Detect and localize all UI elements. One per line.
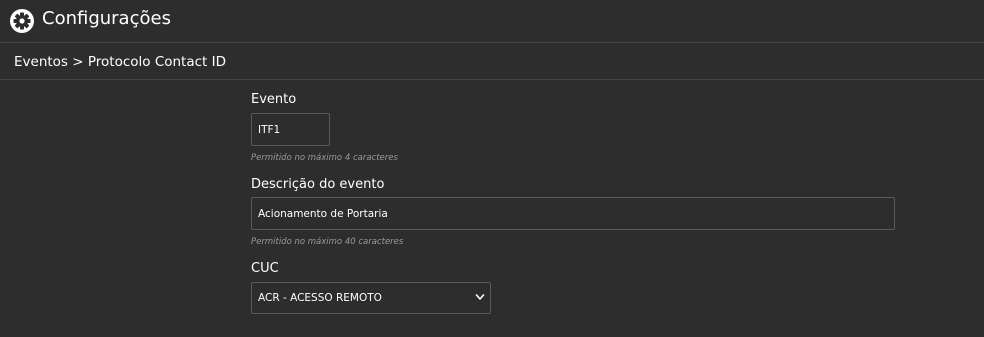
cuc-select[interactable]: ACR - ACESSO REMOTO	[251, 282, 491, 314]
descricao-help-text: Permitido no máximo 40 caracteres	[251, 237, 404, 247]
cuc-selected-value: ACR - ACESSO REMOTO	[258, 292, 382, 304]
breadcrumb-bar: Eventos > Protocolo Contact ID	[0, 43, 984, 80]
evento-input[interactable]: ITF1	[251, 113, 330, 146]
breadcrumb: Eventos > Protocolo Contact ID	[14, 54, 227, 70]
gear-icon	[10, 9, 34, 33]
settings-page: Configurações Eventos > Protocolo Contac…	[0, 0, 984, 337]
cuc-label: CUC	[251, 261, 279, 276]
page-header: Configurações	[0, 0, 984, 43]
descricao-input-value: Acionamento de Portaria	[258, 207, 388, 220]
page-title: Configurações	[42, 8, 171, 29]
chevron-down-icon	[475, 294, 485, 300]
descricao-input[interactable]: Acionamento de Portaria	[251, 197, 895, 230]
evento-label: Evento	[251, 92, 297, 107]
descricao-label: Descrição do evento	[251, 177, 385, 192]
evento-help-text: Permitido no máximo 4 caracteres	[251, 153, 398, 163]
evento-input-value: ITF1	[258, 123, 281, 136]
